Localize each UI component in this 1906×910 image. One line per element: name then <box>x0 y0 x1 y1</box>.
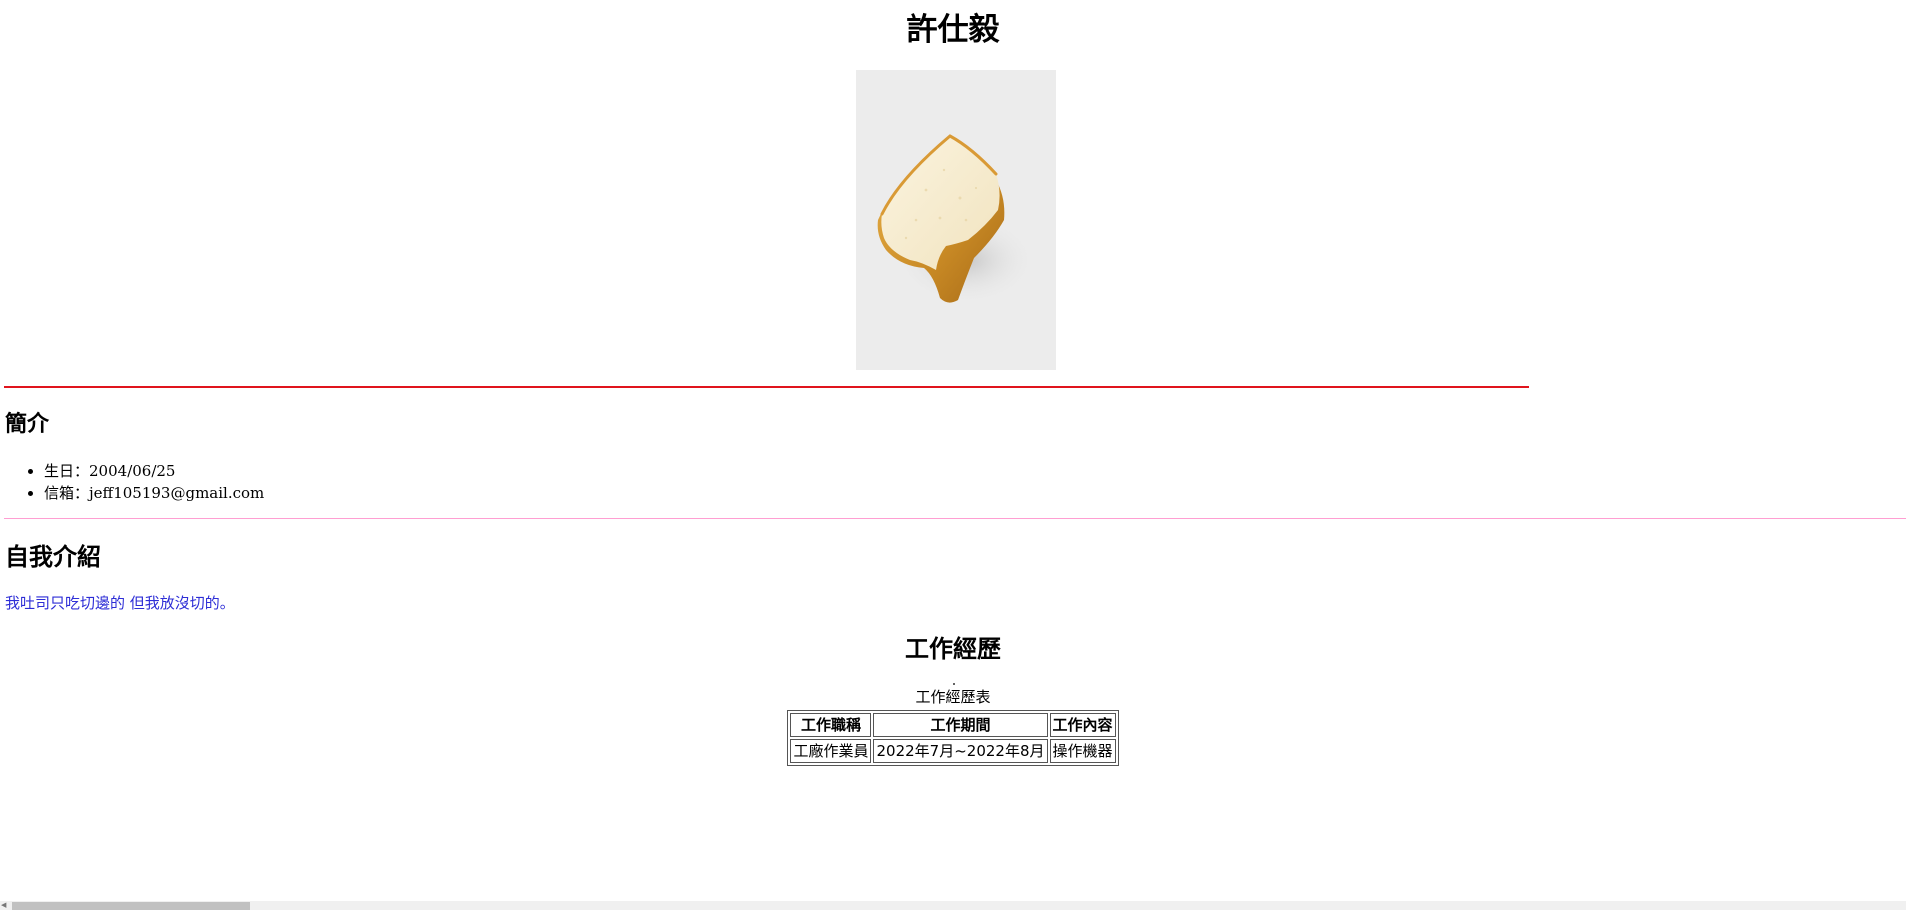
email-label: 信箱： <box>44 484 90 502</box>
cell-job-period: 2022年7月~2022年8月 <box>873 739 1048 763</box>
red-divider <box>4 386 1529 388</box>
work-table: 工作經歷表 工作職稱 工作期間 工作內容 工廠作業員 2022年7月~2022年… <box>787 683 1119 766</box>
page: 許仕毅 簡介 • 生日：2004/06/25 • 信箱：jeff105193@g… <box>0 0 1906 910</box>
birthday-value: 2004/06/25 <box>89 462 176 480</box>
intro-heading: 簡介 <box>5 412 50 437</box>
intro-list: 生日：2004/06/25 信箱：jeff105193@gmail.com <box>0 460 264 504</box>
pink-divider <box>4 518 1906 519</box>
page-title: 許仕毅 <box>906 12 1000 48</box>
profile-photo <box>856 70 1056 370</box>
column-header-title: 工作職稱 <box>790 713 872 737</box>
email-value: jeff105193@gmail.com <box>89 484 265 502</box>
horizontal-scrollbar[interactable]: ◀ <box>0 901 1906 910</box>
scroll-left-arrow-icon[interactable]: ◀ <box>1 902 6 909</box>
self-intro-text: 我吐司只吃切邊的 但我放沒切的。 <box>5 594 235 612</box>
table-row: 工廠作業員 2022年7月~2022年8月 操作機器 <box>790 739 1116 763</box>
work-table-caption: 工作經歷表 <box>787 683 1118 710</box>
column-header-period: 工作期間 <box>873 713 1048 737</box>
toast-slice-image <box>877 134 1036 305</box>
cell-job-title: 工廠作業員 <box>790 739 872 763</box>
list-item-birthday: 生日：2004/06/25 <box>44 460 264 482</box>
scrollbar-thumb[interactable] <box>12 902 250 910</box>
cell-job-content: 操作機器 <box>1049 739 1116 763</box>
caption-text: 工作經歷表 <box>915 688 991 706</box>
birthday-label: 生日： <box>44 462 90 480</box>
list-item-email: 信箱：jeff105193@gmail.com <box>44 482 264 504</box>
work-heading: 工作經歷 <box>905 635 1001 663</box>
self-intro-heading: 自我介紹 <box>5 543 101 571</box>
caption-dot <box>952 683 955 685</box>
work-table-wrapper: 工作經歷表 工作職稱 工作期間 工作內容 工廠作業員 2022年7月~2022年… <box>0 683 1906 766</box>
column-header-content: 工作內容 <box>1049 713 1116 737</box>
table-header-row: 工作職稱 工作期間 工作內容 <box>790 713 1116 737</box>
